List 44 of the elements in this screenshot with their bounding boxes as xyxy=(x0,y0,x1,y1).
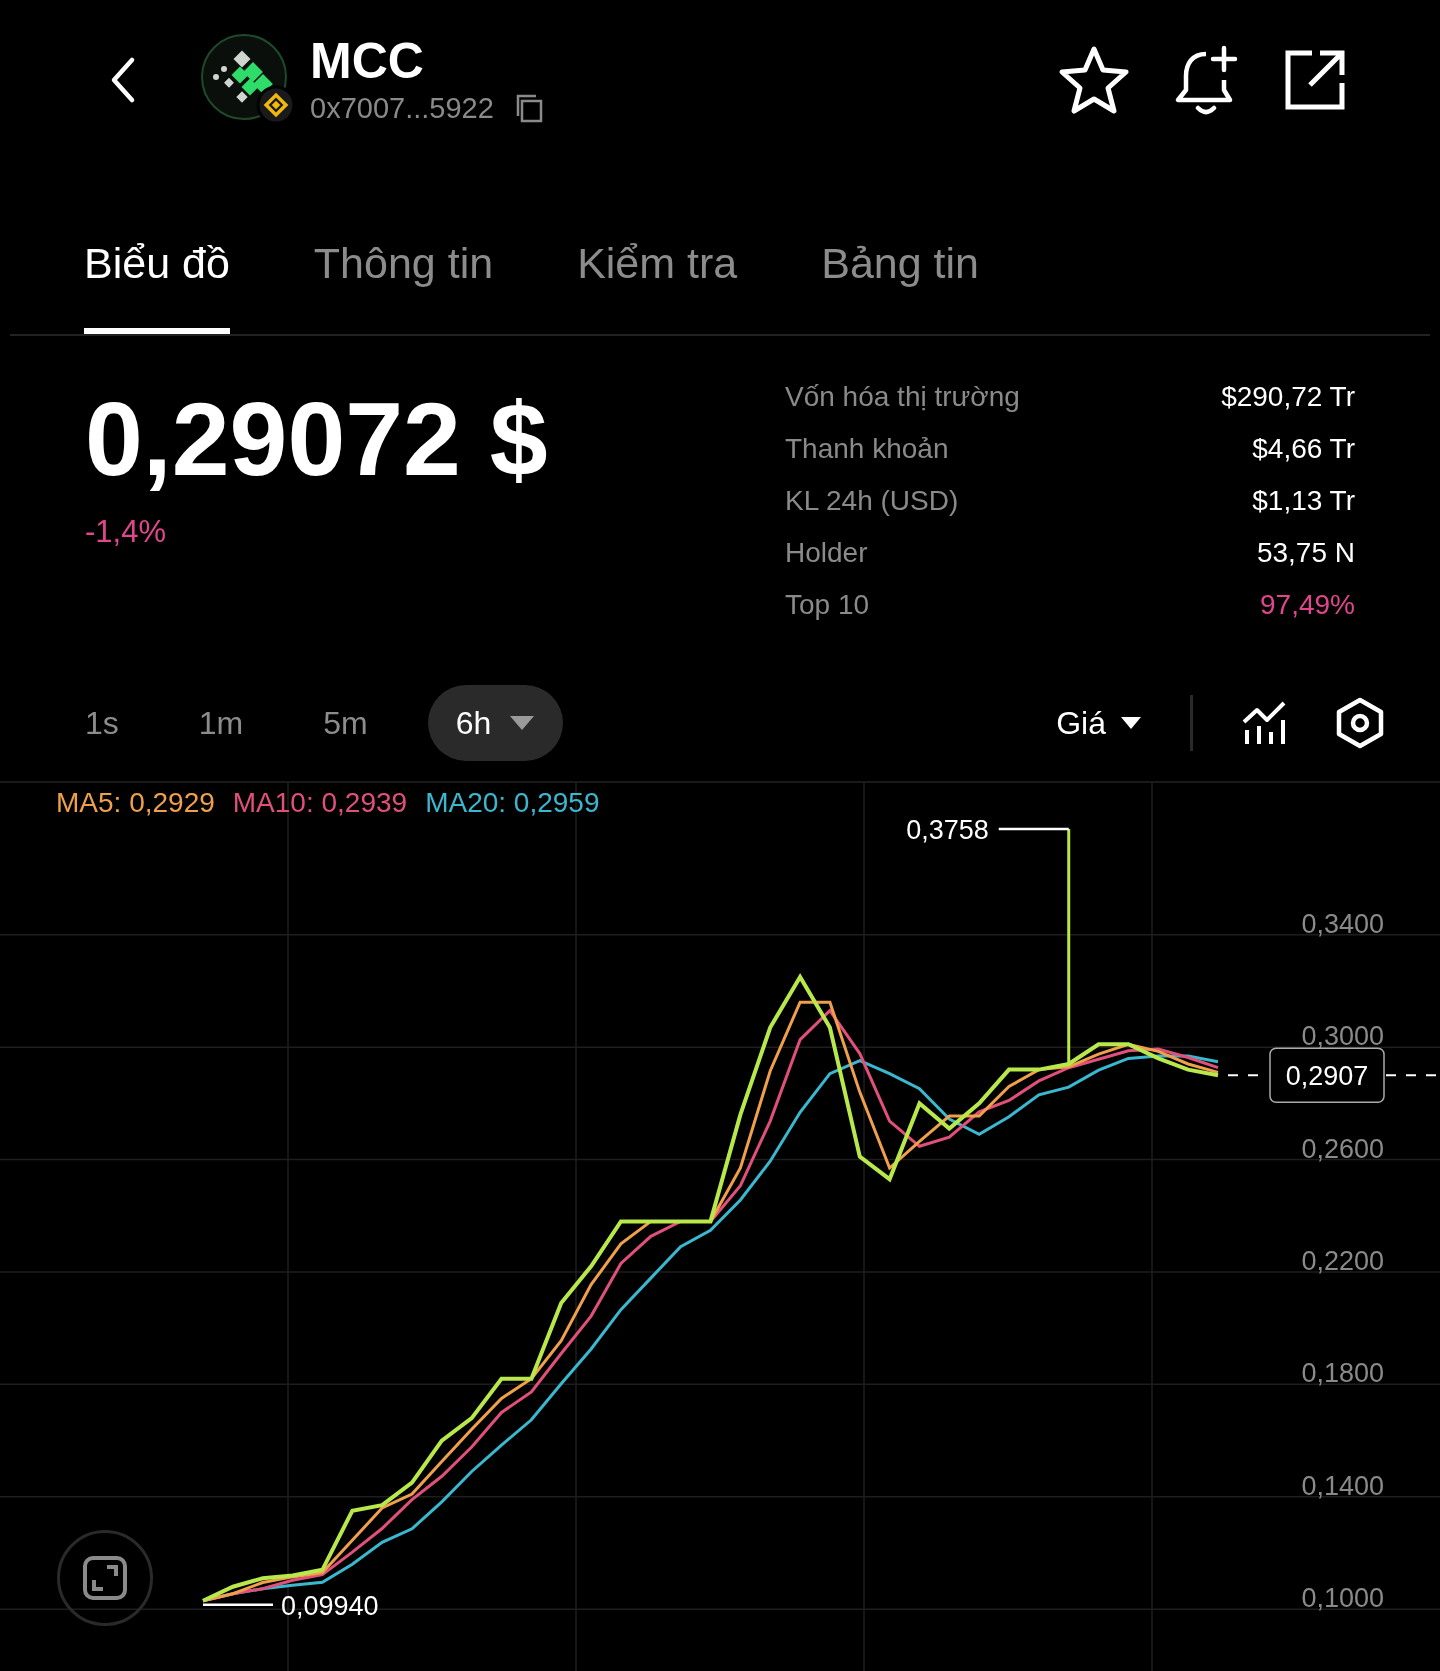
interval-tab[interactable]: 1m xyxy=(178,685,264,761)
stat-label: Thanh khoản xyxy=(785,432,949,466)
stat-value: $4,66 Tr xyxy=(1252,432,1355,466)
chart-type-dropdown[interactable]: Giá xyxy=(1056,704,1142,742)
axis-tick-label: 0,2600 xyxy=(1301,1133,1384,1164)
star-icon[interactable] xyxy=(1058,45,1130,115)
axis-tick-label: 0,1000 xyxy=(1301,1583,1384,1614)
moving-average-label: MA10: 0,2939 xyxy=(232,787,408,819)
stat-value: 97,49% xyxy=(1260,588,1355,622)
high-price-label: 0,3758 xyxy=(906,815,989,845)
price-change: -1,4% xyxy=(85,513,167,550)
axis-tick-label: 0,3400 xyxy=(1301,908,1384,939)
low-price-label: 0,09940 xyxy=(281,1590,379,1621)
last-price-label: 0,2907 xyxy=(1285,1061,1369,1092)
token-symbol: MCC xyxy=(310,35,425,86)
stat-label: Holder xyxy=(785,536,868,570)
indicator-chart-icon[interactable] xyxy=(1241,700,1287,746)
moving-average-label: MA5: 0,2929 xyxy=(56,787,215,819)
stat-label: Top 10 xyxy=(785,588,870,622)
fullscreen-button[interactable] xyxy=(57,1530,153,1626)
fullscreen-icon xyxy=(82,1555,128,1601)
tab[interactable]: Thông tin xyxy=(313,239,494,334)
interval-tab[interactable]: 5m xyxy=(303,685,388,761)
leader-line xyxy=(203,1603,273,1606)
tab[interactable]: Kiểm tra xyxy=(577,239,738,334)
axis-tick-label: 0,3000 xyxy=(1301,1021,1384,1052)
axis-tick-label: 0,2200 xyxy=(1301,1245,1384,1276)
stat-value: $1,13 Tr xyxy=(1252,484,1355,518)
contract-address: 0x7007...5922 xyxy=(310,91,494,125)
stat-label: Vốn hóa thị trường xyxy=(785,380,1020,414)
interval-tab[interactable]: 1s xyxy=(65,685,139,761)
caret-icon xyxy=(1120,716,1142,730)
caret-icon xyxy=(509,715,536,731)
price-value: 0,29072 $ xyxy=(85,380,548,499)
tab[interactable]: Biểu đồ xyxy=(84,239,230,334)
axis-tick-label: 0,1800 xyxy=(1301,1358,1384,1389)
moving-average-label: MA20: 0,2959 xyxy=(425,787,600,819)
axis-tick-label: 0,1400 xyxy=(1301,1470,1384,1501)
stat-value: $290,72 Tr xyxy=(1221,380,1355,414)
stat-value: 53,75 N xyxy=(1256,536,1355,570)
tab[interactable]: Bảng tin xyxy=(821,239,980,334)
interval-tab[interactable]: 6h xyxy=(427,685,564,761)
stat-label: KL 24h (USD) xyxy=(785,484,959,518)
settings-icon[interactable] xyxy=(1335,697,1385,749)
